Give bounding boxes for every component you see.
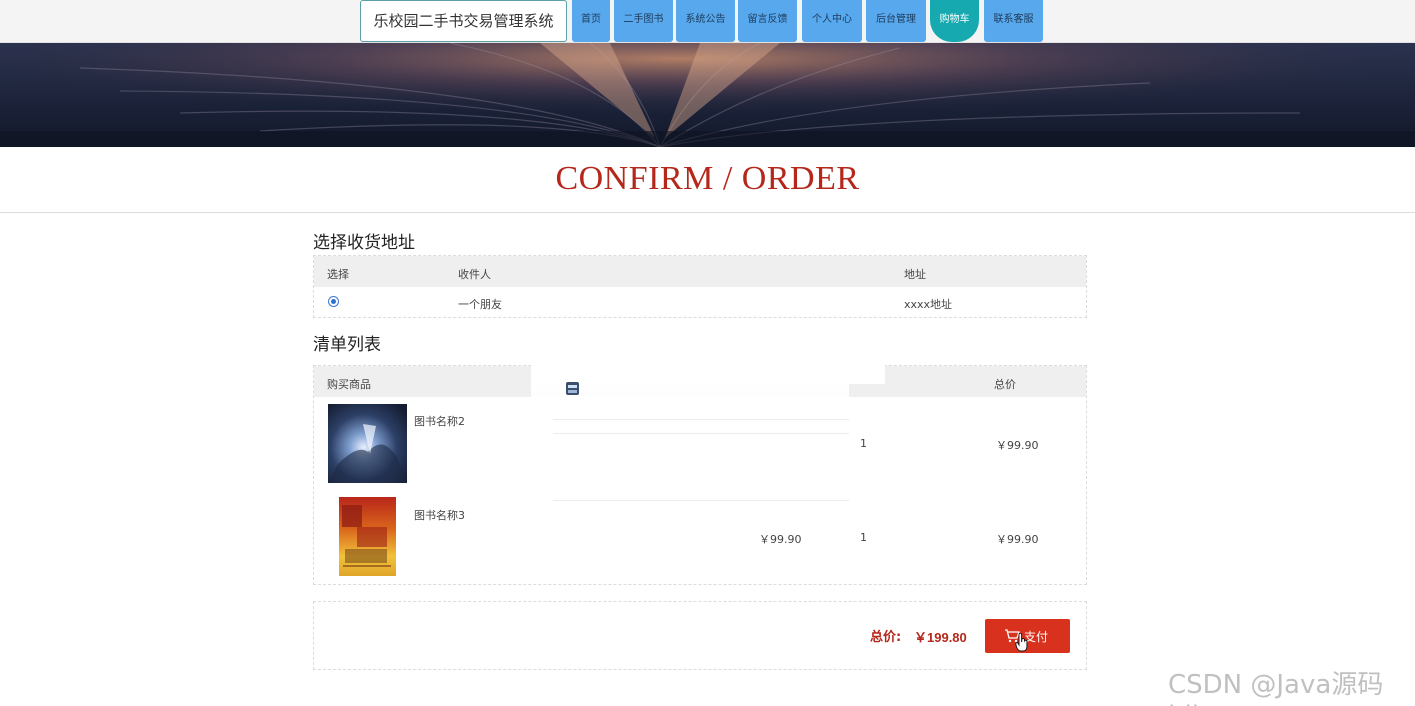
divider-line <box>553 500 849 501</box>
banner-image <box>0 43 1415 147</box>
item-unit-price: ￥99.90 <box>759 533 802 546</box>
checkout-panel <box>313 601 1087 670</box>
total-value: ￥199.80 <box>914 630 967 645</box>
col-address: 地址 <box>904 268 926 281</box>
app-icon <box>564 380 581 397</box>
divider-line <box>553 433 849 434</box>
nav-used-books[interactable]: 二手图书 <box>614 0 673 42</box>
nav-admin[interactable]: 后台管理 <box>866 0 926 42</box>
address-table-header: 选择 收件人 地址 <box>314 256 1086 287</box>
overlay-occlusion <box>531 318 885 384</box>
nav-announcements[interactable]: 系统公告 <box>676 0 735 42</box>
nav-contact-service[interactable]: 联系客服 <box>984 0 1043 42</box>
col-total: 总价 <box>994 378 1016 391</box>
watermark: CSDN @Java源码jdk <box>1168 670 1384 706</box>
book-name[interactable]: 图书名称3 <box>414 507 465 523</box>
nav-feedback[interactable]: 留言反馈 <box>738 0 797 42</box>
recipient-name: 一个朋友 <box>458 298 502 311</box>
site-title[interactable]: 乐校园二手书交易管理系统 <box>360 0 567 42</box>
title-divider <box>0 212 1415 213</box>
item-total: ￥99.90 <box>996 533 1039 546</box>
col-product: 购买商品 <box>327 378 371 391</box>
nav-personal-center[interactable]: 个人中心 <box>802 0 862 42</box>
hand-cursor-icon <box>1015 633 1028 652</box>
book-cover-image[interactable] <box>328 404 407 483</box>
address-text: xxxx地址 <box>904 298 953 311</box>
item-quantity: 1 <box>860 437 867 450</box>
pay-button[interactable]: 支付 <box>985 619 1070 653</box>
overlay-occlusion <box>531 384 849 500</box>
col-recipient: 收件人 <box>458 268 491 281</box>
open-book-illustration <box>0 43 1415 147</box>
address-radio[interactable] <box>328 296 339 307</box>
item-quantity: 1 <box>860 531 867 544</box>
order-section-heading: 清单列表 <box>313 335 381 355</box>
top-navbar: 乐校园二手书交易管理系统 首页 二手图书 系统公告 留言反馈 个人中心 后台管理… <box>0 0 1415 43</box>
book-name[interactable]: 图书名称2 <box>414 413 465 429</box>
item-total: ￥99.90 <box>996 439 1039 452</box>
book-cover-image[interactable] <box>339 497 396 576</box>
address-section-heading: 选择收货地址 <box>313 233 415 253</box>
divider-line <box>553 419 849 420</box>
nav-cart[interactable]: 购物车 <box>930 0 979 42</box>
nav-home[interactable]: 首页 <box>572 0 610 42</box>
address-table: 选择 收件人 地址 一个朋友 xxxx地址 <box>313 255 1087 318</box>
col-select: 选择 <box>327 268 349 281</box>
total-label: 总价: <box>870 630 902 645</box>
page-title: CONFIRM / ORDER <box>555 160 860 197</box>
